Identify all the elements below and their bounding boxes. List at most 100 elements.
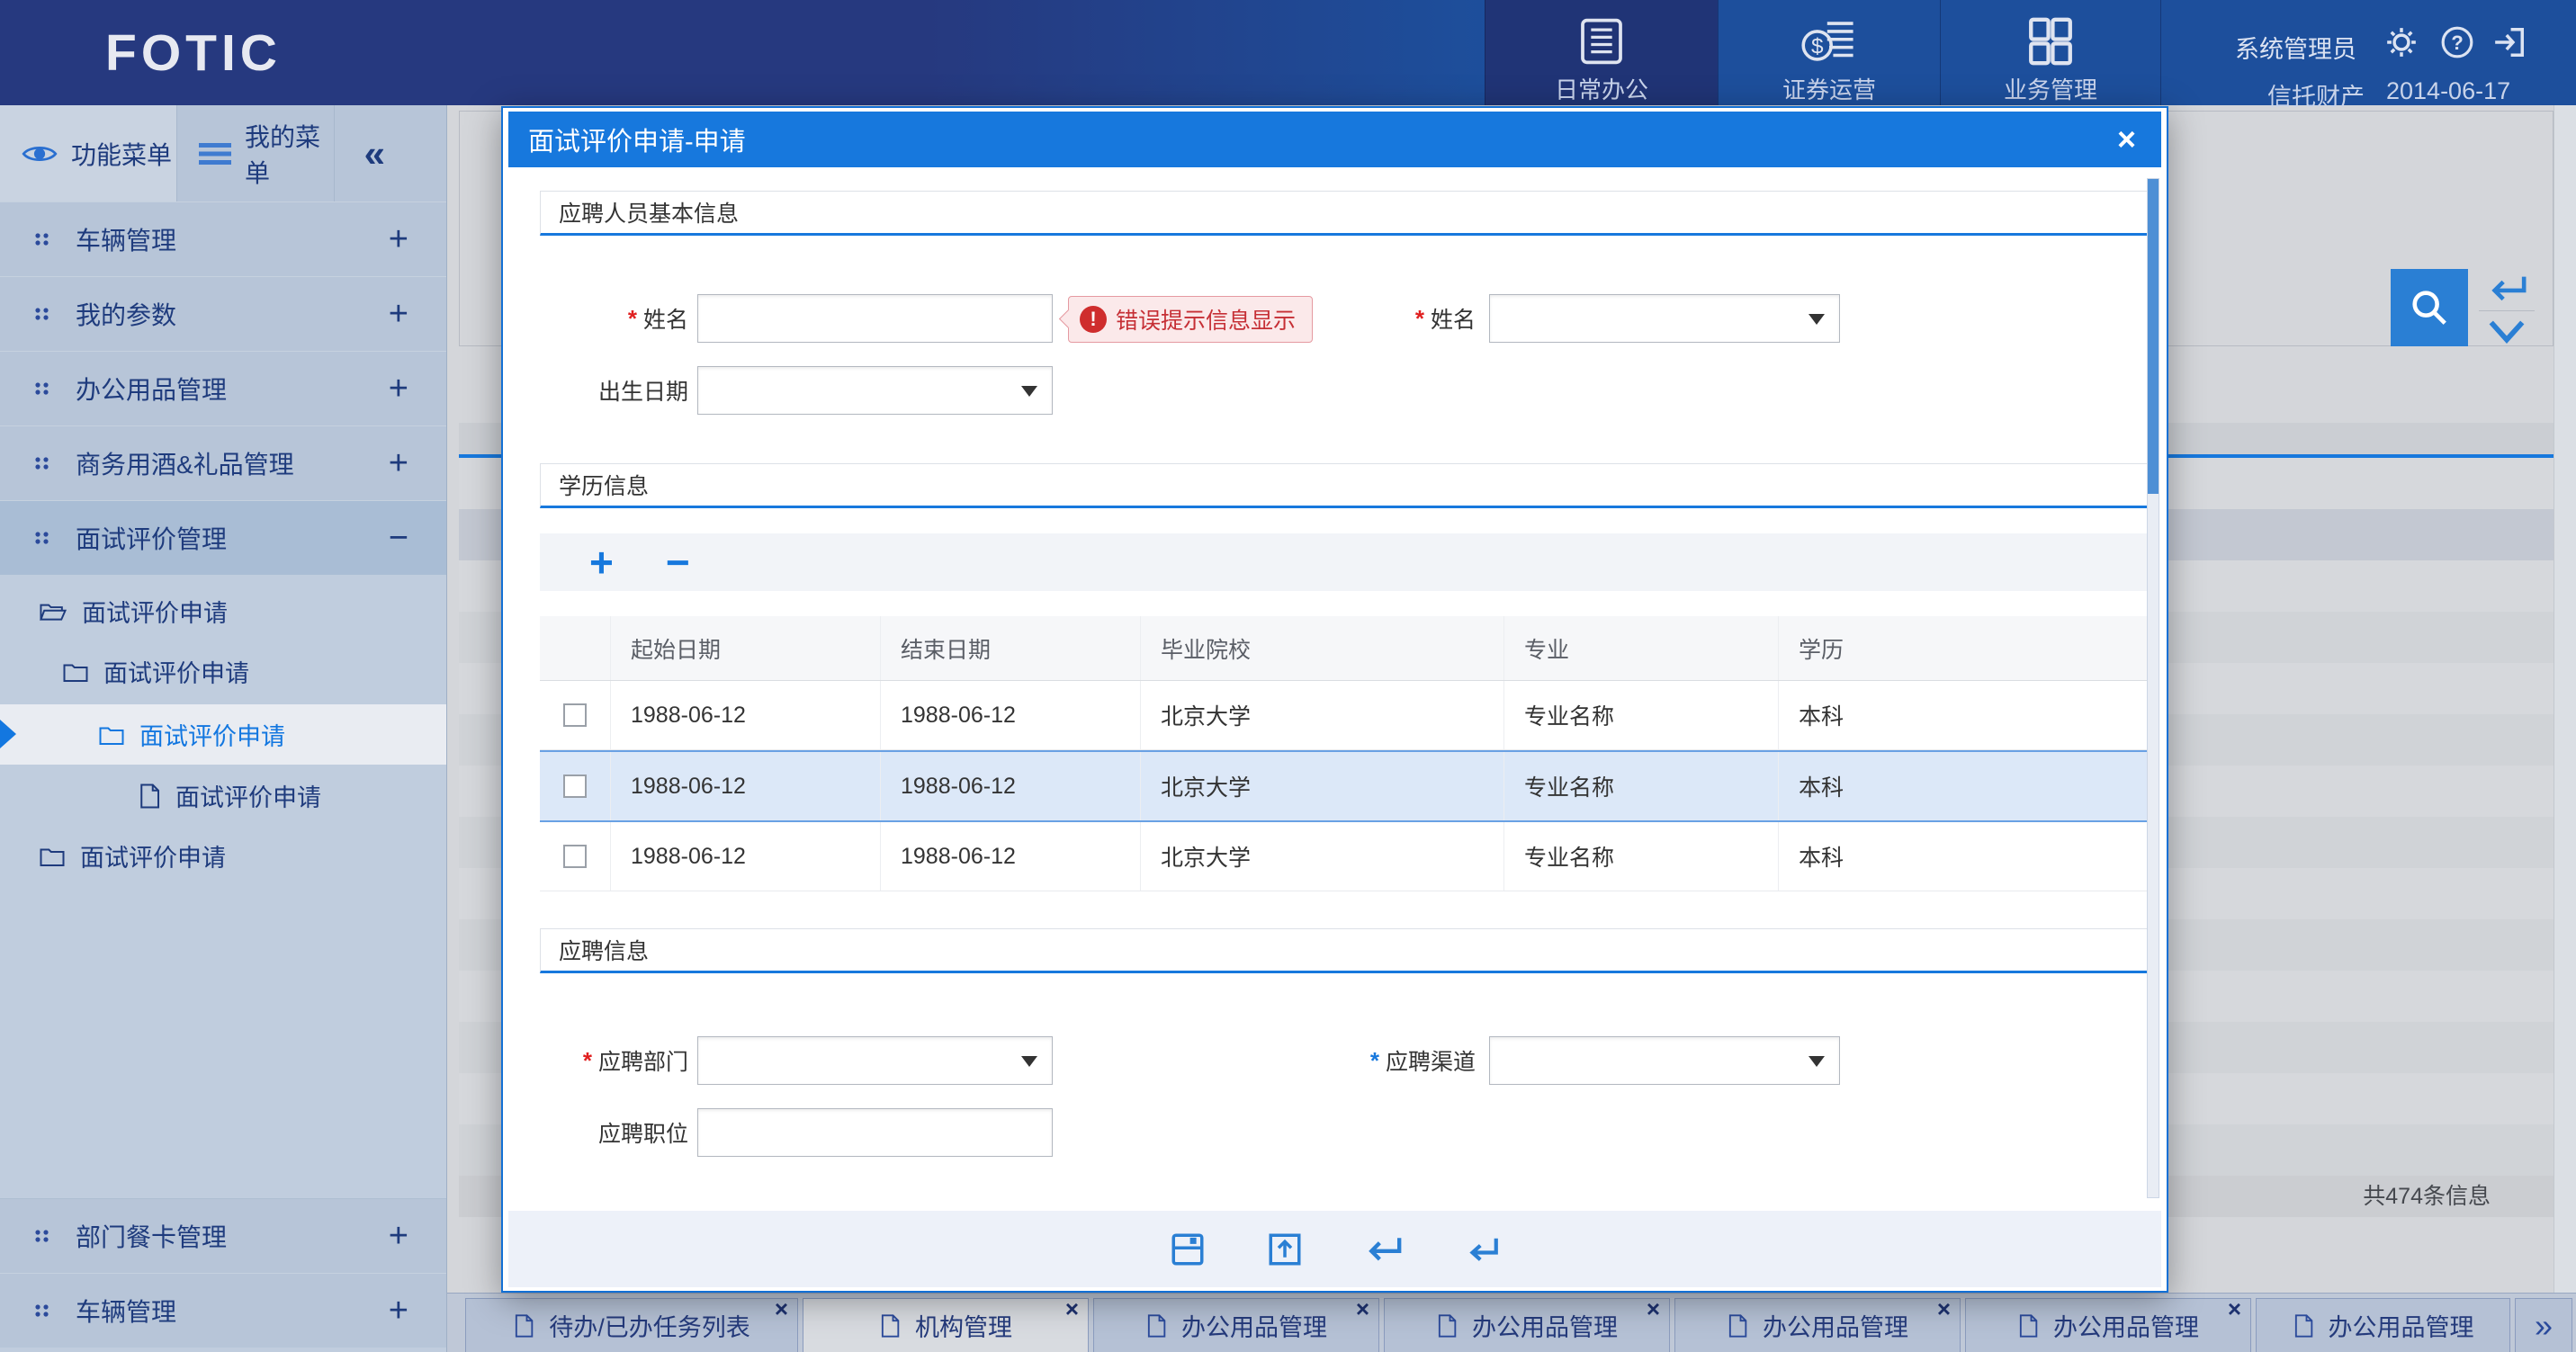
logout-icon[interactable]	[2492, 25, 2527, 59]
nav-label: 日常办公	[1555, 72, 1648, 105]
sidebar-tab-my-menu[interactable]: 我的菜单	[177, 105, 335, 201]
close-icon[interactable]: ×	[1065, 1297, 1079, 1321]
reset-icon[interactable]	[2486, 271, 2527, 307]
tab-task-list[interactable]: 待办/已办任务列表 ×	[465, 1298, 798, 1352]
user-org: 信托财产	[2267, 77, 2365, 112]
gear-icon[interactable]	[2384, 25, 2419, 59]
sidebar-item-interview-evaluation[interactable]: 面试评价管理 −	[0, 500, 446, 575]
sidebar-item-my-parameters[interactable]: 我的参数 +	[0, 276, 446, 351]
column-header: 专业	[1504, 616, 1779, 680]
sidebar-item-office-supplies[interactable]: 办公用品管理 +	[0, 351, 446, 425]
name-input[interactable]	[697, 294, 1053, 343]
modal-scrollbar[interactable]	[2147, 178, 2159, 1198]
expand-icon[interactable]: +	[389, 1219, 408, 1253]
add-row-button[interactable]: +	[589, 542, 614, 583]
column-header: 毕业院校	[1141, 616, 1504, 680]
apply-channel-select[interactable]	[1489, 1036, 1840, 1085]
chevron-down-icon[interactable]	[2486, 318, 2527, 348]
modal-title: 面试评价申请-申请	[528, 121, 746, 158]
modal-close-button[interactable]: ×	[2117, 123, 2136, 156]
sidebar-item-meal-card-management[interactable]: 部门餐卡管理 +	[0, 1198, 446, 1273]
fotic-logo: FOTIC	[105, 23, 282, 83]
sidebar-item-label: 车辆管理	[76, 221, 176, 257]
error-tooltip: ! 错误提示信息显示	[1068, 296, 1313, 343]
submit-upload-button[interactable]	[1266, 1231, 1304, 1268]
expand-icon[interactable]: +	[389, 1294, 408, 1328]
cell: 1988-06-12	[881, 752, 1141, 820]
apply-department-select[interactable]	[697, 1036, 1053, 1085]
sidebar-item-business-wine-gifts[interactable]: 商务用酒&礼品管理 +	[0, 425, 446, 500]
table-row[interactable]: 1988-06-12 1988-06-12 北京大学 专业名称 本科	[540, 822, 2155, 891]
tab-office-supplies[interactable]: 办公用品管理 ×	[1674, 1298, 1961, 1352]
grip-icon	[34, 381, 50, 397]
field-label: 姓名	[1431, 302, 1476, 335]
section-education: 学历信息	[540, 463, 2155, 508]
birth-date-select[interactable]	[697, 366, 1053, 415]
apply-position-label: 应聘职位	[540, 1108, 688, 1157]
row-checkbox[interactable]	[563, 703, 587, 727]
sidebar-item-label: 我的参数	[76, 296, 176, 332]
help-icon[interactable]: ?	[2440, 25, 2474, 59]
table-row[interactable]: 1988-06-12 1988-06-12 北京大学 专业名称 本科	[540, 681, 2155, 750]
expand-icon[interactable]: +	[389, 446, 408, 480]
scrollbar-thumb[interactable]	[2148, 179, 2159, 494]
section-title: 应聘人员基本信息	[559, 196, 739, 228]
cell: 北京大学	[1141, 681, 1504, 749]
name-select-label: * 姓名	[1329, 294, 1476, 343]
field-label: 出生日期	[598, 374, 688, 407]
section-title: 应聘信息	[559, 934, 649, 966]
cell: 北京大学	[1141, 752, 1504, 820]
search-button[interactable]	[2391, 269, 2468, 346]
close-icon[interactable]: ×	[775, 1297, 788, 1321]
enter-return-button[interactable]	[1462, 1231, 1502, 1268]
sidebar-tab-function-menu[interactable]: 功能菜单	[0, 105, 177, 201]
collapse-minus-icon[interactable]: −	[389, 521, 408, 555]
cell: 1988-06-12	[881, 822, 1141, 891]
name-select[interactable]	[1489, 294, 1840, 343]
sidebar-item-vehicle-management[interactable]: 车辆管理 +	[0, 201, 446, 276]
row-checkbox[interactable]	[563, 845, 587, 868]
field-label: 姓名	[643, 302, 688, 335]
table-row-selected[interactable]: 1988-06-12 1988-06-12 北京大学 专业名称 本科	[540, 750, 2155, 822]
tree-item-interview-application-selected[interactable]: 面试评价申请	[0, 704, 446, 765]
more-tabs-button[interactable]: »	[2515, 1298, 2572, 1352]
close-icon[interactable]: ×	[2228, 1297, 2241, 1321]
tab-office-supplies[interactable]: 办公用品管理	[2256, 1298, 2510, 1352]
tab-office-supplies[interactable]: 办公用品管理 ×	[1965, 1298, 2251, 1352]
nav-business-management[interactable]: 业务管理	[1940, 0, 2161, 105]
sidebar-item-vehicle-management-2[interactable]: 车辆管理 +	[0, 1273, 446, 1348]
save-button[interactable]	[1169, 1231, 1207, 1268]
tree-item-label: 面试评价申请	[175, 778, 321, 813]
tab-organization-management[interactable]: 机构管理 ×	[803, 1298, 1089, 1352]
expand-icon[interactable]: +	[389, 222, 408, 256]
tab-office-supplies[interactable]: 办公用品管理 ×	[1384, 1298, 1670, 1352]
close-icon[interactable]: ×	[1356, 1297, 1369, 1321]
apply-position-input[interactable]	[697, 1108, 1053, 1157]
remove-row-button[interactable]: −	[666, 542, 690, 583]
tree-item-interview-application[interactable]: 面试评价申请	[0, 581, 446, 641]
tree-item-interview-application[interactable]: 面试评价申请	[0, 641, 446, 702]
document-icon	[513, 1313, 534, 1339]
close-icon[interactable]: ×	[1647, 1297, 1660, 1321]
tab-office-supplies[interactable]: 办公用品管理 ×	[1093, 1298, 1379, 1352]
document-icon	[2017, 1313, 2039, 1339]
undo-button[interactable]	[1363, 1231, 1403, 1267]
content-scrollbar[interactable]	[2554, 105, 2576, 1293]
education-table-header: 起始日期 结束日期 毕业院校 专业 学历	[540, 616, 2155, 681]
tree-item-interview-application[interactable]: 面试评价申请	[0, 826, 446, 886]
cell: 1988-06-12	[611, 681, 881, 749]
user-name[interactable]: 系统管理员	[2235, 30, 2356, 65]
tree-item-label: 面试评价申请	[80, 838, 226, 873]
row-checkbox[interactable]	[563, 774, 587, 798]
nav-securities-operation[interactable]: $ 证券运营	[1718, 0, 1940, 105]
hamburger-icon	[199, 141, 231, 166]
nav-daily-office[interactable]: 日常办公	[1485, 0, 1718, 105]
expand-icon[interactable]: +	[389, 372, 408, 406]
cell: 1988-06-12	[611, 752, 881, 820]
close-icon[interactable]: ×	[1937, 1297, 1951, 1321]
expand-icon[interactable]: +	[389, 297, 408, 331]
sidebar-collapse-button[interactable]: «	[364, 132, 385, 175]
cell: 专业名称	[1504, 822, 1779, 891]
tab-label: 待办/已办任务列表	[549, 1308, 750, 1343]
tree-item-interview-application[interactable]: 面试评价申请	[0, 766, 446, 826]
